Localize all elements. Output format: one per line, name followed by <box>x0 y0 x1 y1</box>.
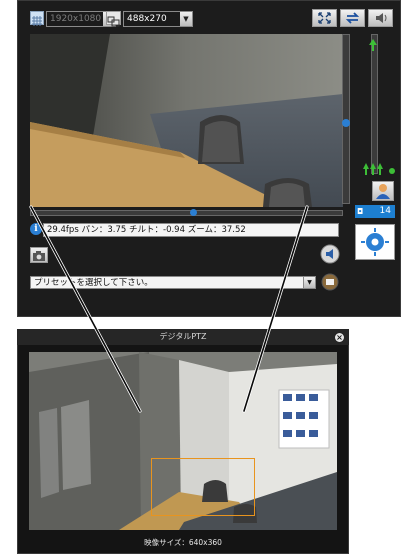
callout-lines <box>29 205 309 413</box>
